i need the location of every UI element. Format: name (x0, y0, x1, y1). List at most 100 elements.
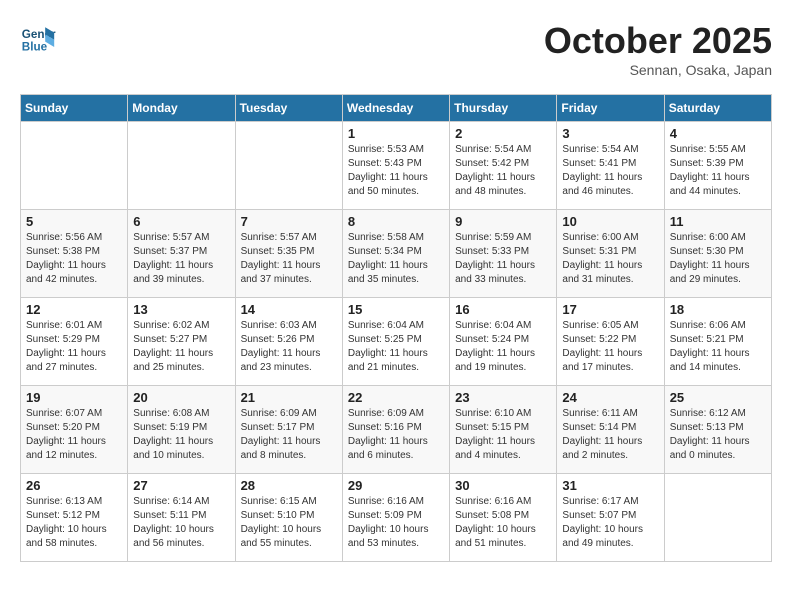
day-header-sunday: Sunday (21, 95, 128, 122)
day-number: 9 (455, 214, 551, 229)
day-number: 28 (241, 478, 337, 493)
calendar-cell: 21 Sunrise: 6:09 AM Sunset: 5:17 PM Dayli… (235, 386, 342, 474)
calendar-cell: 4 Sunrise: 5:55 AM Sunset: 5:39 PM Daylig… (664, 122, 771, 210)
day-info: Sunrise: 6:08 AM Sunset: 5:19 PM Dayligh… (133, 407, 229, 463)
calendar-cell: 5Sunrise: 5:56 AM Sunset: 5:38 PM Daylig… (21, 210, 128, 298)
day-header-saturday: Saturday (664, 95, 771, 122)
day-info: Sunrise: 6:10 AM Sunset: 5:15 PM Dayligh… (455, 407, 551, 463)
day-number: 11 (670, 214, 766, 229)
title-block: October 2025 Sennan, Osaka, Japan (544, 20, 772, 78)
calendar-cell: 30 Sunrise: 6:16 AM Sunset: 5:08 PM Dayli… (450, 474, 557, 562)
day-info: Sunrise: 5:56 AM Sunset: 5:38 PM Dayligh… (26, 231, 122, 287)
day-number: 30 (455, 478, 551, 493)
calendar-cell: 2 Sunrise: 5:54 AM Sunset: 5:42 PM Daylig… (450, 122, 557, 210)
day-info: Sunrise: 6:09 AM Sunset: 5:17 PM Dayligh… (241, 407, 337, 463)
calendar-cell: 10 Sunrise: 6:00 AM Sunset: 5:31 PM Dayli… (557, 210, 664, 298)
calendar-cell: 24 Sunrise: 6:11 AM Sunset: 5:14 PM Dayli… (557, 386, 664, 474)
day-info: Sunrise: 6:16 AM Sunset: 5:08 PM Dayligh… (455, 495, 551, 551)
day-number: 21 (241, 390, 337, 405)
day-info: Sunrise: 6:05 AM Sunset: 5:22 PM Dayligh… (562, 319, 658, 375)
day-info: Sunrise: 6:07 AM Sunset: 5:20 PM Dayligh… (26, 407, 122, 463)
day-number: 1 (348, 126, 444, 141)
day-info: Sunrise: 5:54 AM Sunset: 5:42 PM Dayligh… (455, 143, 551, 199)
page-header: General Blue October 2025 Sennan, Osaka,… (20, 20, 772, 78)
day-info: Sunrise: 6:03 AM Sunset: 5:26 PM Dayligh… (241, 319, 337, 375)
day-number: 13 (133, 302, 229, 317)
calendar-week-2: 5Sunrise: 5:56 AM Sunset: 5:38 PM Daylig… (21, 210, 772, 298)
calendar-cell: 11 Sunrise: 6:00 AM Sunset: 5:30 PM Dayli… (664, 210, 771, 298)
logo: General Blue (20, 20, 60, 56)
day-number: 27 (133, 478, 229, 493)
calendar-cell: 29Sunrise: 6:16 AM Sunset: 5:09 PM Dayli… (342, 474, 449, 562)
calendar-cell: 15 Sunrise: 6:04 AM Sunset: 5:25 PM Dayli… (342, 298, 449, 386)
day-header-wednesday: Wednesday (342, 95, 449, 122)
calendar-cell: 12Sunrise: 6:01 AM Sunset: 5:29 PM Dayli… (21, 298, 128, 386)
calendar-week-5: 26 Sunrise: 6:13 AM Sunset: 5:12 PM Dayli… (21, 474, 772, 562)
day-info: Sunrise: 6:15 AM Sunset: 5:10 PM Dayligh… (241, 495, 337, 551)
day-number: 22 (348, 390, 444, 405)
day-info: Sunrise: 5:53 AM Sunset: 5:43 PM Dayligh… (348, 143, 444, 199)
day-number: 19 (26, 390, 122, 405)
calendar-cell: 9 Sunrise: 5:59 AM Sunset: 5:33 PM Daylig… (450, 210, 557, 298)
calendar-cell: 6Sunrise: 5:57 AM Sunset: 5:37 PM Daylig… (128, 210, 235, 298)
day-header-thursday: Thursday (450, 95, 557, 122)
day-info: Sunrise: 6:04 AM Sunset: 5:25 PM Dayligh… (348, 319, 444, 375)
day-number: 29 (348, 478, 444, 493)
day-number: 17 (562, 302, 658, 317)
day-info: Sunrise: 6:09 AM Sunset: 5:16 PM Dayligh… (348, 407, 444, 463)
day-info: Sunrise: 5:55 AM Sunset: 5:39 PM Dayligh… (670, 143, 766, 199)
day-header-friday: Friday (557, 95, 664, 122)
day-number: 2 (455, 126, 551, 141)
day-info: Sunrise: 6:00 AM Sunset: 5:30 PM Dayligh… (670, 231, 766, 287)
day-number: 10 (562, 214, 658, 229)
day-number: 3 (562, 126, 658, 141)
day-info: Sunrise: 6:13 AM Sunset: 5:12 PM Dayligh… (26, 495, 122, 551)
day-number: 23 (455, 390, 551, 405)
day-info: Sunrise: 5:59 AM Sunset: 5:33 PM Dayligh… (455, 231, 551, 287)
day-number: 31 (562, 478, 658, 493)
day-info: Sunrise: 6:11 AM Sunset: 5:14 PM Dayligh… (562, 407, 658, 463)
calendar-cell: 1 Sunrise: 5:53 AM Sunset: 5:43 PM Daylig… (342, 122, 449, 210)
calendar-week-1: 1 Sunrise: 5:53 AM Sunset: 5:43 PM Daylig… (21, 122, 772, 210)
calendar-header-row: SundayMondayTuesdayWednesdayThursdayFrid… (21, 95, 772, 122)
day-info: Sunrise: 6:02 AM Sunset: 5:27 PM Dayligh… (133, 319, 229, 375)
calendar-cell: 20Sunrise: 6:08 AM Sunset: 5:19 PM Dayli… (128, 386, 235, 474)
day-header-tuesday: Tuesday (235, 95, 342, 122)
calendar-table: SundayMondayTuesdayWednesdayThursdayFrid… (20, 94, 772, 562)
day-info: Sunrise: 6:06 AM Sunset: 5:21 PM Dayligh… (670, 319, 766, 375)
day-number: 18 (670, 302, 766, 317)
calendar-body: 1 Sunrise: 5:53 AM Sunset: 5:43 PM Daylig… (21, 122, 772, 562)
day-info: Sunrise: 5:57 AM Sunset: 5:35 PM Dayligh… (241, 231, 337, 287)
calendar-week-4: 19 Sunrise: 6:07 AM Sunset: 5:20 PM Dayli… (21, 386, 772, 474)
calendar-cell: 3Sunrise: 5:54 AM Sunset: 5:41 PM Daylig… (557, 122, 664, 210)
day-info: Sunrise: 6:00 AM Sunset: 5:31 PM Dayligh… (562, 231, 658, 287)
day-info: Sunrise: 6:17 AM Sunset: 5:07 PM Dayligh… (562, 495, 658, 551)
day-header-monday: Monday (128, 95, 235, 122)
calendar-cell: 23 Sunrise: 6:10 AM Sunset: 5:15 PM Dayli… (450, 386, 557, 474)
calendar-cell: 13 Sunrise: 6:02 AM Sunset: 5:27 PM Dayli… (128, 298, 235, 386)
calendar-cell: 16Sunrise: 6:04 AM Sunset: 5:24 PM Dayli… (450, 298, 557, 386)
location: Sennan, Osaka, Japan (544, 62, 772, 78)
day-info: Sunrise: 6:01 AM Sunset: 5:29 PM Dayligh… (26, 319, 122, 375)
day-info: Sunrise: 5:57 AM Sunset: 5:37 PM Dayligh… (133, 231, 229, 287)
day-info: Sunrise: 5:58 AM Sunset: 5:34 PM Dayligh… (348, 231, 444, 287)
day-number: 4 (670, 126, 766, 141)
day-number: 15 (348, 302, 444, 317)
day-number: 14 (241, 302, 337, 317)
day-number: 26 (26, 478, 122, 493)
day-info: Sunrise: 6:12 AM Sunset: 5:13 PM Dayligh… (670, 407, 766, 463)
calendar-cell (664, 474, 771, 562)
day-number: 24 (562, 390, 658, 405)
calendar-cell: 17 Sunrise: 6:05 AM Sunset: 5:22 PM Dayli… (557, 298, 664, 386)
calendar-cell: 28 Sunrise: 6:15 AM Sunset: 5:10 PM Dayli… (235, 474, 342, 562)
calendar-cell: 31 Sunrise: 6:17 AM Sunset: 5:07 PM Dayli… (557, 474, 664, 562)
calendar-cell (128, 122, 235, 210)
calendar-cell: 8Sunrise: 5:58 AM Sunset: 5:34 PM Daylig… (342, 210, 449, 298)
calendar-cell: 7Sunrise: 5:57 AM Sunset: 5:35 PM Daylig… (235, 210, 342, 298)
svg-text:Blue: Blue (22, 41, 48, 54)
calendar-cell: 18 Sunrise: 6:06 AM Sunset: 5:21 PM Dayli… (664, 298, 771, 386)
calendar-week-3: 12Sunrise: 6:01 AM Sunset: 5:29 PM Dayli… (21, 298, 772, 386)
day-number: 25 (670, 390, 766, 405)
day-number: 16 (455, 302, 551, 317)
calendar-cell: 22 Sunrise: 6:09 AM Sunset: 5:16 PM Dayli… (342, 386, 449, 474)
